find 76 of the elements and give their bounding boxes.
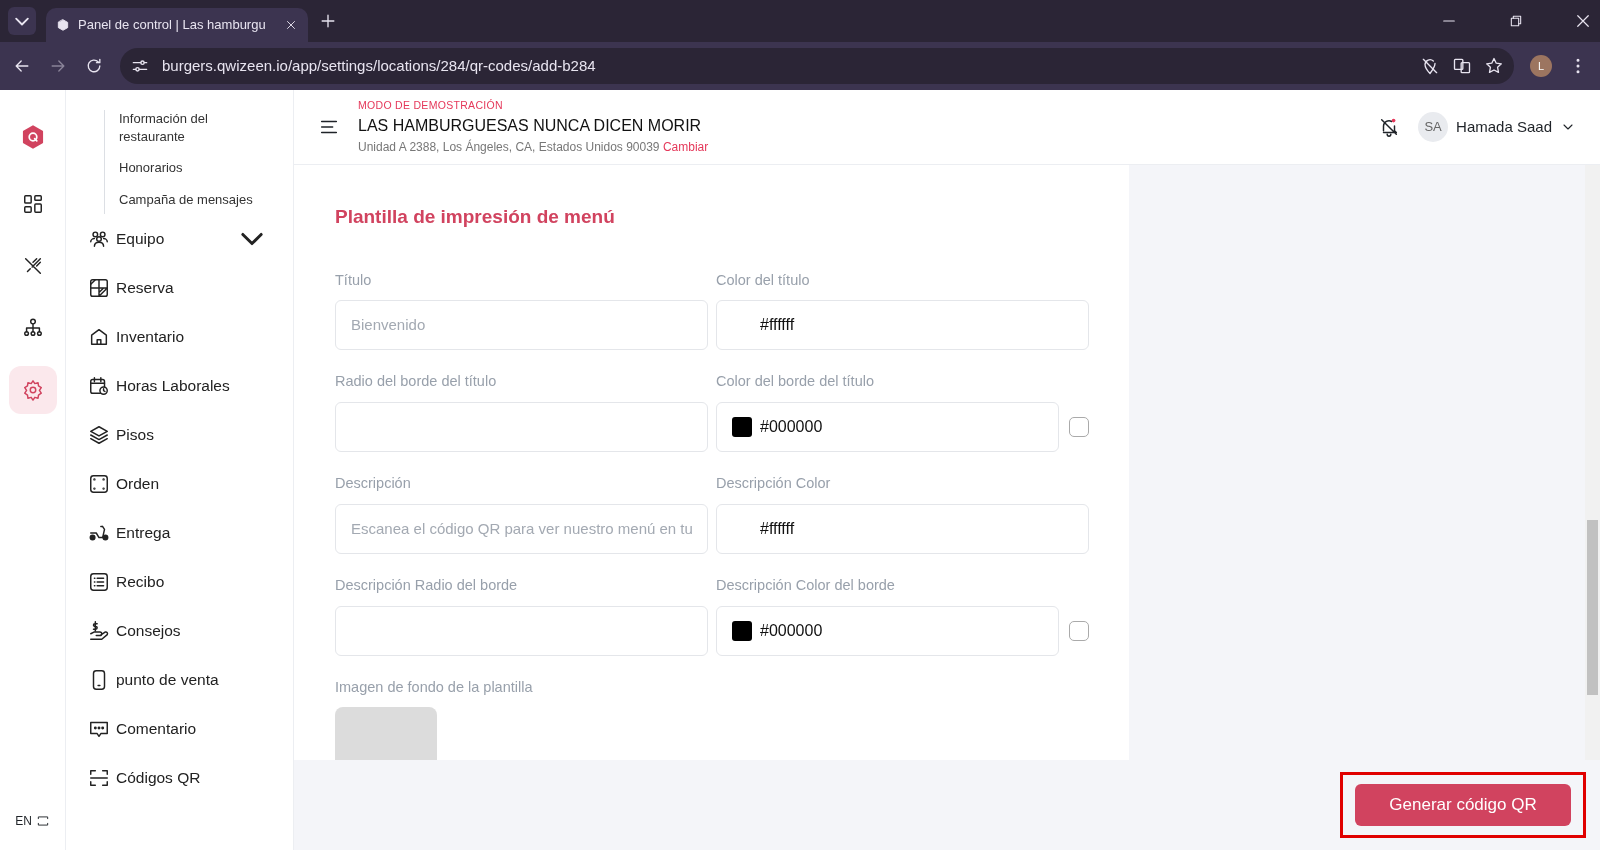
field-label: Título [335,270,373,290]
url-text: burgers.qwizeen.io/app/settings/locations/284/qr-codes/add-b284 [162,55,597,76]
browser-tab[interactable]: Panel de control | Las hamburgu [46,8,308,42]
scrollbar[interactable] [1585,165,1600,760]
sidebar-item[interactable]: punto de venta [88,655,293,705]
sidebar-item[interactable]: Equipo [88,214,293,264]
restore-icon[interactable] [1508,13,1524,29]
sidebar-item[interactable]: Códigos QR [88,753,293,803]
generate-qr-button[interactable]: Generar código QR [1355,784,1571,826]
color-field[interactable]: #ffffff [716,503,1089,554]
location-off-icon[interactable] [1420,56,1440,76]
field-label: Color del título [716,270,811,290]
text-field[interactable] [335,605,708,656]
close-icon[interactable] [1574,12,1592,30]
color-field[interactable]: #ffffff [716,300,1089,351]
checkbox[interactable] [1069,620,1089,641]
dashboard-icon [21,193,44,215]
tab-list-icon[interactable] [8,7,36,35]
sidebar-item[interactable]: Entrega [88,508,293,558]
color-value: #000000 [760,620,823,641]
color-value: #ffffff [760,518,795,539]
field-label: Descripción Color [716,474,832,493]
field-label: Color del borde del título [716,372,875,392]
text-field[interactable]: Bienvenido [335,300,708,351]
close-icon[interactable] [284,18,298,32]
restaurant-name: LAS HAMBURGUESAS NUNCA DICEN MORIR [358,115,703,136]
field-label: Imagen de fondo de la plantilla [335,677,534,697]
field-label: Descripción Color del borde [716,575,896,595]
sidebar-item[interactable]: Reserva [88,263,293,313]
demo-mode-label: MODO DE DEMOSTRACIÓN [358,98,504,114]
color-field[interactable]: #000000 [716,605,1059,656]
calendar-clock-icon [88,374,110,397]
scan-icon [35,814,50,828]
submenu-link[interactable]: Información del restaurante [119,110,269,146]
list-icon [88,570,110,593]
address-bar[interactable]: burgers.qwizeen.io/app/settings/locations/284/qr-codes/add-b284 [120,48,1514,84]
color-swatch [732,620,752,641]
sidebar-item[interactable]: Recibo [88,557,293,607]
hand-coin-icon [88,619,110,642]
checkbox[interactable] [1069,417,1089,437]
text-field[interactable]: Escanea el código QR para ver nuestro menú en tu [335,503,708,554]
profile-avatar[interactable]: L [1530,55,1552,77]
hierarchy-icon [21,317,44,339]
user-avatar: SA [1418,112,1449,142]
color-swatch [732,417,752,437]
sidebar-item[interactable]: Consejos [88,606,293,656]
sidebar-item[interactable]: Pisos [88,410,293,460]
language-selector[interactable]: EN [11,812,54,832]
square-icon [88,472,110,495]
translate-icon[interactable] [1452,56,1472,76]
color-value: #ffffff [760,315,795,336]
sidebar-item[interactable]: Orden [88,459,293,509]
settings-icon [21,379,44,401]
submenu-link[interactable]: Honorarios [119,159,269,177]
sidebar-item[interactable]: Inventario [88,312,293,362]
user-menu[interactable]: SA Hamada Saad [1418,112,1576,142]
color-value: #000000 [760,417,823,437]
layers-icon [88,423,110,446]
tab-title: Panel de control | Las hamburgu [78,16,267,35]
field-label: Radio del borde del título [335,372,498,392]
star-icon[interactable] [1484,56,1504,76]
submenu-link[interactable]: Campaña de mensajes [119,190,269,209]
section-title: Plantilla de impresión de menú [335,205,616,229]
field-label: Descripción [335,474,412,493]
restaurant-address: Unidad A 2388, Los Ángeles, CA, Estados Unidos 90039 Cambiar [358,138,710,156]
language-code: EN [15,813,32,830]
sidebar-item[interactable]: Comentario [88,704,293,754]
sidebar-item[interactable]: Horas Laborales [88,361,293,411]
color-field[interactable]: #000000 [716,402,1059,452]
user-name: Hamada Saad [1456,116,1552,137]
grid-icon [88,276,110,299]
site-icon [56,18,70,32]
field-label: Descripción Radio del borde [335,575,519,595]
change-link[interactable]: Cambiar [662,139,709,154]
text-field[interactable] [335,402,708,452]
settings-button[interactable] [8,366,57,414]
